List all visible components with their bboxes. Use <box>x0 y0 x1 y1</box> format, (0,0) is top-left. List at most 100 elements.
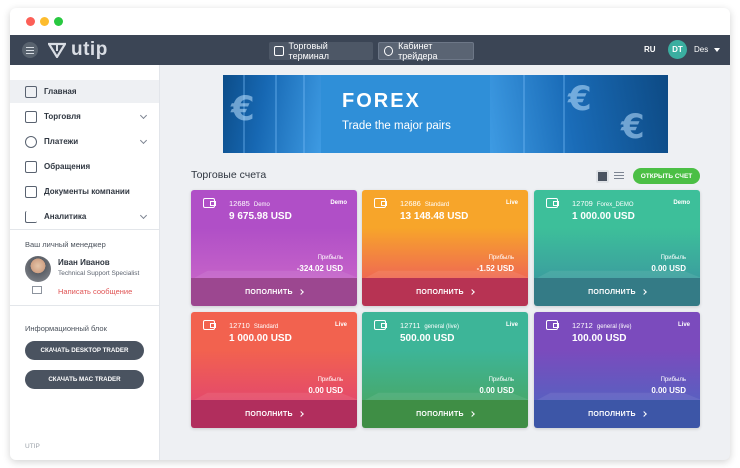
home-icon <box>25 86 37 98</box>
sidebar-item-requests[interactable]: Обращения <box>10 155 159 178</box>
forex-banner[interactable]: € € € FOREX Trade the major pairs <box>223 75 668 153</box>
wallet-icon <box>374 320 387 330</box>
manager-role: Technical Support Specialist <box>58 270 140 277</box>
account-id: 12712 general (live) <box>572 321 632 330</box>
banner-decoration <box>563 75 565 153</box>
wallet-icon <box>546 320 559 330</box>
account-status-badge: Live <box>334 322 347 328</box>
chevron-right-icon <box>298 289 304 295</box>
download-desktop-trader-button[interactable]: СКАЧАТЬ DESKTOP TRADER <box>25 341 144 360</box>
deposit-button[interactable]: ПОПОЛНИТЬ <box>362 400 528 428</box>
account-type: general (live) <box>596 324 632 330</box>
chart-icon <box>25 211 37 223</box>
chevron-right-icon <box>641 289 647 295</box>
account-id: 12685 Demo <box>229 199 270 208</box>
account-card[interactable]: ПОПОЛНИТЬ 12712 general (live) Live 100.00 U… <box>534 312 700 428</box>
deposit-button[interactable]: ПОПОЛНИТЬ <box>191 278 357 306</box>
deposit-label: ПОПОЛНИТЬ <box>588 288 636 296</box>
deposit-button[interactable]: ПОПОЛНИТЬ <box>534 278 700 306</box>
account-card[interactable]: ПОПОЛНИТЬ 12685 Demo Demo 9 675.98 USD Прибыл… <box>191 190 357 306</box>
account-type: Standard <box>253 324 279 330</box>
list-view-icon[interactable] <box>614 172 624 181</box>
account-balance: 1 000.00 USD <box>572 211 635 222</box>
deposit-label: ПОПОЛНИТЬ <box>416 410 464 418</box>
wallet-icon <box>25 111 37 123</box>
account-number: 12709 <box>572 199 593 208</box>
account-status-badge: Demo <box>673 200 690 206</box>
manager-name: Иван Иванов <box>58 258 110 267</box>
app-window: utip Торговый терминал Кабинет трейдера … <box>10 8 730 460</box>
deposit-label: ПОПОЛНИТЬ <box>588 410 636 418</box>
sidebar-item-trading[interactable]: Торговля <box>10 105 159 128</box>
dollar-icon <box>25 136 37 148</box>
wallet-icon <box>374 198 387 208</box>
user-icon <box>384 46 394 56</box>
account-balance: 500.00 USD <box>400 333 455 344</box>
sidebar-divider <box>10 229 159 230</box>
profit-label: Прибыль <box>488 377 514 383</box>
deposit-button[interactable]: ПОПОЛНИТЬ <box>534 400 700 428</box>
manager-avatar <box>25 256 51 282</box>
trading-terminal-button[interactable]: Торговый терминал <box>269 41 373 61</box>
card-header <box>362 190 528 228</box>
account-card[interactable]: ПОПОЛНИТЬ 12710 Standard Live 1 000.00 USD Пр… <box>191 312 357 428</box>
language-selector[interactable]: RU <box>644 45 656 54</box>
sidebar-item-payments[interactable]: Платежи <box>10 130 159 153</box>
chart-icon <box>274 46 284 56</box>
top-navbar: utip Торговый терминал Кабинет трейдера … <box>10 35 730 65</box>
chevron-down-icon <box>139 136 148 145</box>
trader-cabinet-button[interactable]: Кабинет трейдера <box>378 41 474 61</box>
sidebar-item-analytics[interactable]: Аналитика <box>10 205 159 228</box>
sidebar-footer: UTIP <box>25 443 40 450</box>
sidebar-item-label: Обращения <box>44 162 91 171</box>
account-type: general (live) <box>424 324 459 330</box>
chevron-right-icon <box>298 411 304 417</box>
sidebar-item-documents[interactable]: Документы компании <box>10 180 159 203</box>
menu-toggle-button[interactable] <box>22 42 38 58</box>
maximize-window-button[interactable] <box>54 17 63 26</box>
sidebar: Главная Торговля Платежи Обращения Докум… <box>10 65 160 460</box>
document-icon <box>25 186 37 198</box>
caret-down-icon[interactable] <box>714 48 720 52</box>
account-id: 12709 Forex_DEMO <box>572 199 634 208</box>
info-block-heading: Информационный блок <box>25 324 107 333</box>
account-type: Forex_DEMO <box>596 202 634 208</box>
deposit-button[interactable]: ПОПОЛНИТЬ <box>191 400 357 428</box>
manager-heading: Ваш личный менеджер <box>25 240 106 249</box>
account-number: 12710 <box>229 321 250 330</box>
account-id: 12710 Standard <box>229 321 278 330</box>
banner-decoration <box>523 75 525 153</box>
sidebar-item-home[interactable]: Главная <box>10 80 159 103</box>
card-header <box>534 312 700 350</box>
minimize-window-button[interactable] <box>40 17 49 26</box>
user-name[interactable]: Des <box>694 45 708 54</box>
sidebar-item-label: Торговля <box>44 112 81 121</box>
download-mac-trader-button[interactable]: СКАЧАТЬ MAC TRADER <box>25 370 144 389</box>
profit-label: Прибыль <box>660 377 686 383</box>
wallet-icon <box>546 198 559 208</box>
deposit-label: ПОПОЛНИТЬ <box>245 410 293 418</box>
write-message-link[interactable]: Написать сообщение <box>58 287 132 296</box>
profit-value: 0.00 USD <box>651 386 686 395</box>
account-status-badge: Live <box>677 322 690 328</box>
open-account-button[interactable]: ОТКРЫТЬ СЧЕТ <box>633 168 700 184</box>
account-type: Demo <box>253 202 270 208</box>
sidebar-item-label: Платежи <box>44 137 79 146</box>
account-id: 12686 Standard <box>400 199 449 208</box>
profit-value: -324.02 USD <box>296 264 343 273</box>
profit-label: Прибыль <box>660 255 686 261</box>
banner-decoration <box>275 75 277 153</box>
profit-value: 0.00 USD <box>308 386 343 395</box>
deposit-button[interactable]: ПОПОЛНИТЬ <box>362 278 528 306</box>
user-avatar[interactable]: DT <box>668 40 687 59</box>
grid-view-icon[interactable] <box>596 170 609 183</box>
window-titlebar <box>10 8 730 35</box>
account-card[interactable]: ПОПОЛНИТЬ 12686 Standard Live 13 148.48 USD П… <box>362 190 528 306</box>
account-balance: 13 148.48 USD <box>400 211 469 222</box>
account-card[interactable]: ПОПОЛНИТЬ 12709 Forex_DEMO Demo 1 000.00 USD… <box>534 190 700 306</box>
banner-subtitle: Trade the major pairs <box>342 120 451 132</box>
account-card[interactable]: ПОПОЛНИТЬ 12711 general (live) Live 500.00 U… <box>362 312 528 428</box>
profit-value: 0.00 USD <box>479 386 514 395</box>
close-window-button[interactable] <box>26 17 35 26</box>
euro-icon: € <box>568 79 592 119</box>
